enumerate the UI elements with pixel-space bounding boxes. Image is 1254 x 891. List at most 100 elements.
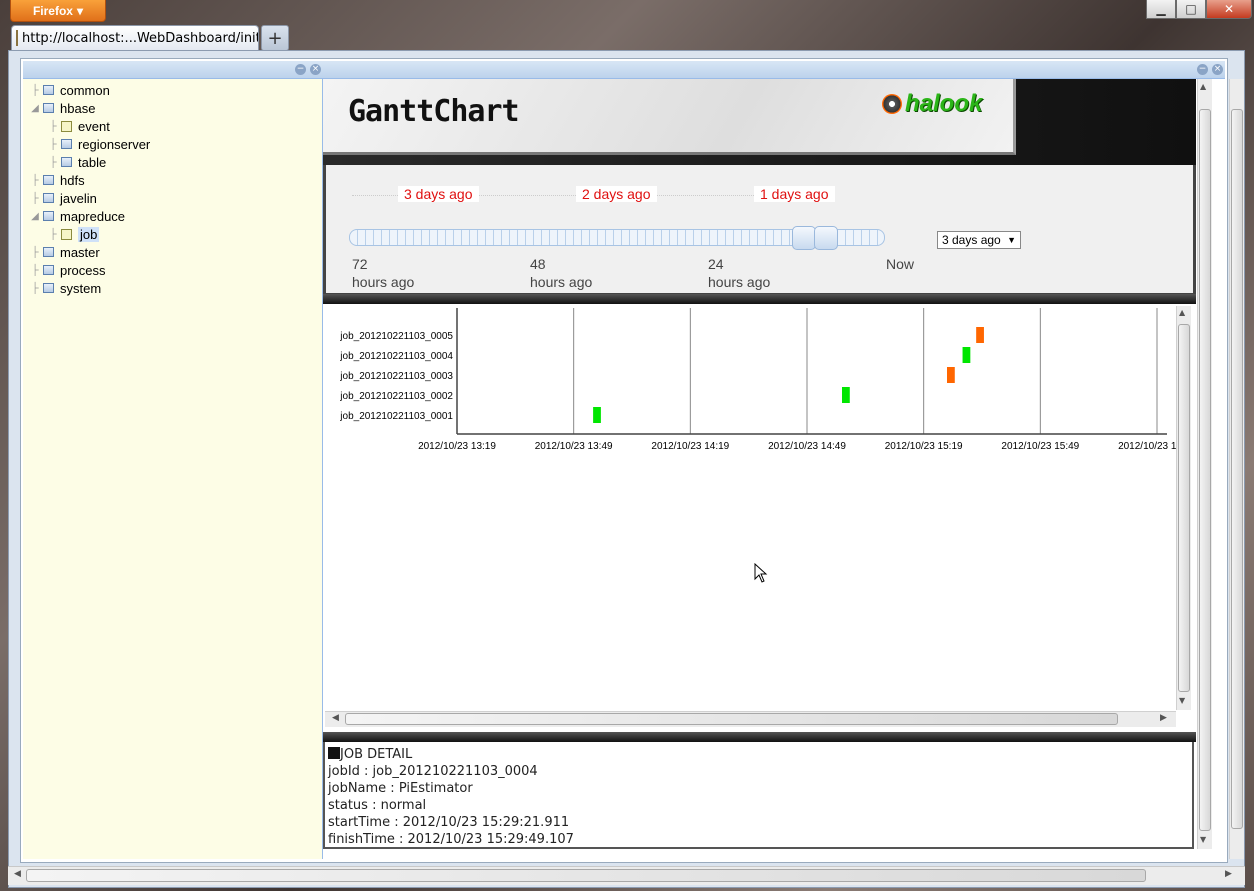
job-label: job_201210221103_0004	[339, 351, 453, 362]
tree-item-label: master	[60, 244, 100, 260]
tree-item-hdfs[interactable]: ├ hdfs	[29, 171, 322, 189]
gantt-bar[interactable]	[842, 387, 850, 403]
collapse-icon[interactable]: −	[295, 64, 306, 75]
maximize-button[interactable]: □	[1176, 0, 1206, 19]
tree-connector-icon[interactable]: ◢	[29, 103, 41, 114]
folder-icon	[43, 193, 54, 203]
gantt-bar[interactable]	[962, 347, 971, 363]
chart-vertical-scrollbar[interactable]: ▲ ▼	[1176, 306, 1191, 710]
tree-item-common[interactable]: ├ common	[29, 81, 322, 99]
slider-left-handle[interactable]	[792, 226, 816, 250]
firefox-menu-button[interactable]: Firefox ▾	[10, 0, 106, 22]
tree-item-label: system	[60, 280, 102, 296]
gear-logo-icon	[882, 94, 902, 114]
gantt-bar[interactable]	[947, 367, 955, 383]
main-panel-header: − ×	[323, 61, 1225, 79]
tree-connector-icon[interactable]: ├	[29, 193, 41, 204]
detail-status: status : normal	[328, 798, 427, 813]
relative-label-3days: 3 days ago	[398, 186, 479, 202]
hour-label-72: 72 hours ago	[352, 256, 415, 290]
tree-connector-icon[interactable]: ├	[29, 175, 41, 186]
halook-logo: halook	[882, 90, 982, 118]
tree-item-label: javelin	[60, 190, 97, 206]
close-button[interactable]: ✕	[1206, 0, 1252, 19]
scroll-right-icon[interactable]: ▶	[1160, 713, 1167, 723]
gantt-bar[interactable]	[593, 407, 601, 423]
x-tick-label: 2012/10/23 16:19	[1118, 441, 1176, 452]
range-select-value: 3 days ago	[942, 233, 1001, 247]
tree-item-label: hbase	[60, 100, 96, 116]
leaf-node-icon	[61, 228, 72, 240]
square-bullet-icon	[328, 747, 340, 759]
scroll-down-icon[interactable]: ▼	[1179, 696, 1185, 705]
job-label: job_201210221103_0005	[339, 331, 453, 342]
scroll-thumb[interactable]	[1178, 324, 1190, 692]
x-tick-label: 2012/10/23 13:49	[535, 441, 613, 452]
scroll-up-icon[interactable]: ▲	[1200, 82, 1206, 91]
scroll-left-icon[interactable]: ◀	[14, 869, 21, 879]
tree-item-job[interactable]: ├ job	[29, 225, 322, 243]
folder-icon	[43, 283, 54, 293]
relative-label-2days: 2 days ago	[576, 186, 657, 202]
browser-tab[interactable]: http://localhost:...WebDashboard/init	[11, 25, 259, 50]
tree-item-hbase[interactable]: ◢ hbase	[29, 99, 322, 117]
tree-item-process[interactable]: ├ process	[29, 261, 322, 279]
gantt-bar[interactable]	[976, 327, 984, 343]
close-panel-icon[interactable]: ×	[1212, 64, 1223, 75]
tree-item-table[interactable]: ├ table	[29, 153, 322, 171]
folder-icon	[43, 103, 54, 113]
folder-icon	[43, 85, 54, 95]
scroll-right-icon[interactable]: ▶	[1225, 869, 1232, 879]
tree-item-regionserver[interactable]: ├ regionserver	[29, 135, 322, 153]
window-vertical-scrollbar[interactable]	[1229, 79, 1244, 859]
page-vertical-scrollbar[interactable]: ▲ ▼	[1197, 79, 1212, 849]
tree-item-mapreduce[interactable]: ◢ mapreduce	[29, 207, 322, 225]
close-panel-icon[interactable]: ×	[310, 64, 321, 75]
tree-connector-icon[interactable]: ├	[47, 157, 59, 168]
tree-item-system[interactable]: ├ system	[29, 279, 322, 297]
tree-item-event[interactable]: ├ event	[29, 117, 322, 135]
tree-item-master[interactable]: ├ master	[29, 243, 322, 261]
new-tab-button[interactable]: +	[261, 25, 289, 51]
hour-label-48: 48 hours ago	[530, 256, 593, 290]
tree-connector-icon[interactable]: ├	[29, 265, 41, 276]
tree-connector-icon[interactable]: ├	[47, 229, 59, 240]
job-label: job_201210221103_0001	[339, 411, 453, 422]
tree-item-label: mapreduce	[60, 208, 126, 224]
scroll-thumb[interactable]	[1199, 109, 1211, 831]
tab-title: http://localhost:...WebDashboard/init	[22, 30, 259, 46]
tree-connector-icon[interactable]: ├	[29, 283, 41, 294]
collapse-icon[interactable]: −	[1197, 64, 1208, 75]
scroll-thumb[interactable]	[26, 869, 1146, 882]
hour-label-24: 24 hours ago	[708, 256, 771, 290]
tree-connector-icon[interactable]: ├	[47, 139, 59, 150]
tree-item-label: table	[78, 154, 107, 170]
tree-item-label: regionserver	[78, 136, 151, 152]
scroll-thumb[interactable]	[345, 713, 1118, 725]
scroll-down-icon[interactable]: ▼	[1200, 835, 1206, 844]
slider-right-handle[interactable]	[814, 226, 838, 250]
scroll-thumb[interactable]	[1231, 109, 1243, 829]
detail-job-id: jobId : job_201210221103_0004	[328, 764, 538, 779]
tree-connector-icon[interactable]: ├	[47, 121, 59, 132]
minimize-button[interactable]: ▁	[1146, 0, 1176, 19]
tree-connector-icon[interactable]: ◢	[29, 211, 41, 222]
gantt-chart: 2012/10/23 13:19 2012/10/23 13:49 2012/10/…	[339, 308, 1176, 452]
page-favicon-icon	[16, 30, 18, 46]
chart-horizontal-scrollbar[interactable]: ◀ ▶	[325, 711, 1176, 727]
tree-connector-icon[interactable]: ├	[29, 85, 41, 96]
job-label: job_201210221103_0002	[339, 391, 453, 402]
tree-item-label: process	[60, 262, 106, 278]
mouse-cursor-icon	[754, 563, 768, 583]
folder-icon	[43, 265, 54, 275]
range-select[interactable]: 3 days ago ▼	[937, 231, 1021, 249]
window-horizontal-scrollbar[interactable]: ◀ ▶	[8, 866, 1245, 885]
scroll-left-icon[interactable]: ◀	[332, 713, 339, 723]
tree-connector-icon[interactable]: ├	[29, 247, 41, 258]
tree-item-javelin[interactable]: ├ javelin	[29, 189, 322, 207]
scroll-up-icon[interactable]: ▲	[1179, 308, 1185, 317]
job-detail-panel: JOB DETAIL jobId : job_201210221103_0004…	[323, 742, 1194, 849]
tree-item-label: event	[78, 118, 110, 134]
tree-item-label: hdfs	[60, 172, 85, 188]
detail-start-time: startTime : 2012/10/23 15:29:21.911	[328, 815, 570, 830]
